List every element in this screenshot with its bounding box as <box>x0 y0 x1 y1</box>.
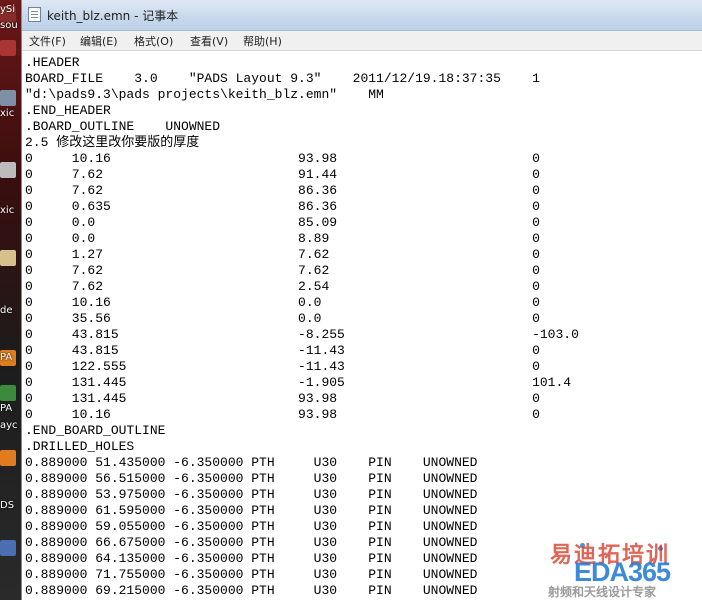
desktop-icon-label: PA <box>0 352 13 363</box>
desktop-app-icon[interactable] <box>0 250 16 266</box>
menu-format[interactable]: 格式(O) <box>134 33 173 49</box>
menu-help[interactable]: 帮助(H) <box>243 33 282 49</box>
notepad-window: keith_blz.emn - 记事本 文件(F) 编辑(E) 格式(O) 查看… <box>22 0 702 600</box>
desktop-app-icon[interactable] <box>0 540 16 556</box>
desktop-app-icon[interactable] <box>0 90 16 106</box>
text-editor-area[interactable]: .HEADER BOARD_FILE 3.0 "PADS Layout 9.3"… <box>22 51 702 600</box>
notepad-icon <box>28 7 41 22</box>
desktop-app-icon[interactable] <box>0 40 16 56</box>
desktop-icon-label: ayc <box>0 420 18 431</box>
desktop-icon-label: PA <box>0 403 13 414</box>
pads-app-icon[interactable] <box>0 450 16 466</box>
desktop-icon-label: xic <box>0 205 15 216</box>
menu-edit[interactable]: 编辑(E) <box>80 33 118 49</box>
menu-file[interactable]: 文件(F) <box>29 33 66 49</box>
file-content[interactable]: .HEADER BOARD_FILE 3.0 "PADS Layout 9.3"… <box>22 51 702 599</box>
desktop-icon-label: xic <box>0 108 15 119</box>
menu-view[interactable]: 查看(V) <box>190 33 228 49</box>
desktop-icon-label: DS <box>0 500 15 511</box>
title-bar[interactable]: keith_blz.emn - 记事本 <box>22 0 702 31</box>
desktop-icon-strip: ySi sou xic xic de PA PA ayc DS <box>0 0 22 600</box>
desktop-icon-label: sou <box>0 20 18 31</box>
desktop-icon-label: de <box>0 305 13 316</box>
window-title: keith_blz.emn - 记事本 <box>47 9 179 23</box>
menu-bar: 文件(F) 编辑(E) 格式(O) 查看(V) 帮助(H) <box>22 31 702 51</box>
desktop-app-icon[interactable] <box>0 162 16 178</box>
desktop-icon-label: ySi <box>0 4 16 15</box>
pads-app-icon[interactable] <box>0 385 16 401</box>
